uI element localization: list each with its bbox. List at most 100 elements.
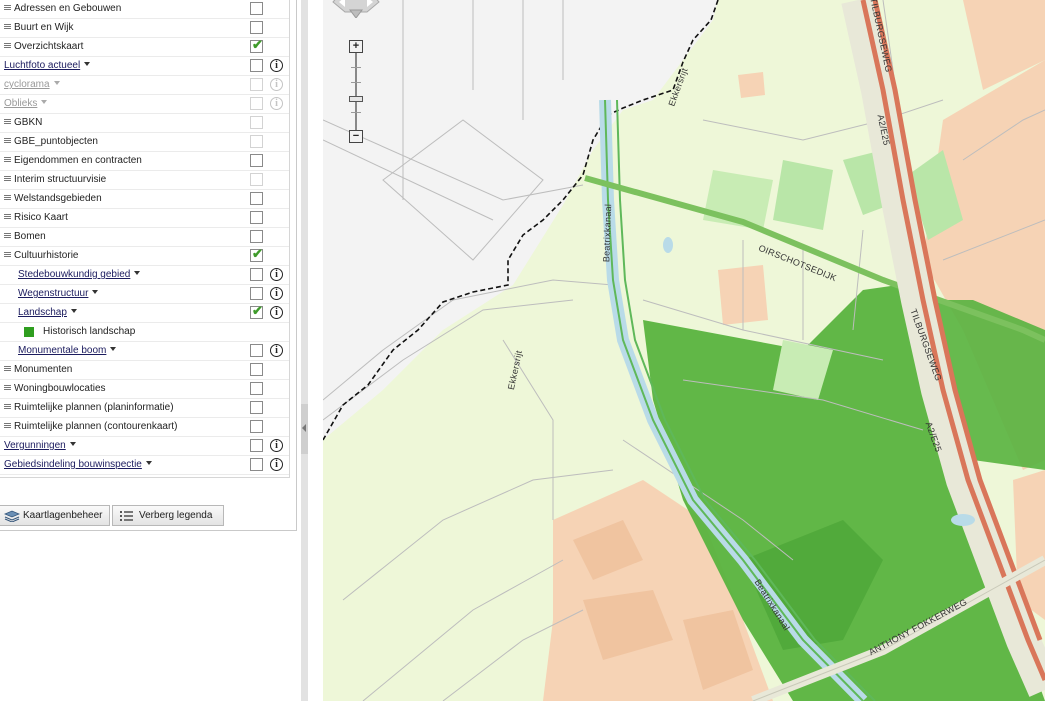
pan-control[interactable] [331, 0, 381, 18]
layer-checkbox[interactable] [250, 154, 263, 167]
dropdown-caret-icon[interactable] [70, 309, 77, 313]
info-icon[interactable]: i [270, 439, 283, 452]
layer-row[interactable]: Luchtfoto actueel i [0, 57, 289, 76]
zoom-in-button[interactable]: + [349, 40, 363, 53]
info-icon[interactable]: i [270, 97, 283, 110]
info-icon[interactable]: i [270, 344, 283, 357]
layer-group-icon [4, 214, 11, 220]
layer-row[interactable]: Oblieks i [0, 95, 289, 114]
dropdown-caret-icon[interactable] [84, 62, 91, 66]
layer-row[interactable]: cyclorama i [0, 76, 289, 95]
layer-row[interactable]: Vergunningen i [0, 437, 289, 456]
dropdown-caret-icon[interactable] [92, 290, 99, 294]
dropdown-caret-icon[interactable] [134, 271, 141, 275]
layer-label-text: Risico Kaart [14, 212, 68, 223]
layer-label[interactable]: Stedebouwkundig gebied [18, 269, 141, 281]
dropdown-caret-icon[interactable] [41, 100, 48, 104]
layer-group-icon [4, 385, 11, 391]
layer-row[interactable]: Adressen en Gebouwen [0, 0, 289, 19]
layer-checkbox[interactable] [250, 382, 263, 395]
layer-row[interactable]: Cultuurhistorie ✔ [0, 246, 289, 266]
hide-legend-button[interactable]: Verberg legenda [112, 505, 224, 526]
layer-row[interactable]: Stedebouwkundig gebied i [0, 266, 289, 285]
layer-row[interactable]: GBKN [0, 114, 289, 133]
layer-checkbox[interactable] [250, 287, 263, 300]
layer-label: Cultuurhistorie [14, 250, 78, 262]
zoom-out-button[interactable]: − [349, 130, 363, 143]
layer-checkbox[interactable] [250, 211, 263, 224]
layer-label-text: Cultuurhistorie [14, 250, 79, 261]
layer-checkbox[interactable] [250, 78, 263, 91]
info-icon[interactable]: i [270, 59, 283, 72]
layer-label: Interim structuurvisie [14, 174, 106, 186]
layer-checkbox[interactable] [250, 230, 263, 243]
checkmark-icon: ✔ [252, 246, 263, 261]
layer-checkbox[interactable] [250, 439, 263, 452]
layer-label-text: Monumenten [14, 364, 73, 375]
layer-label[interactable]: Landschap [18, 307, 77, 319]
dropdown-caret-icon[interactable] [69, 442, 76, 446]
layer-label-text: Interim structuurvisie [14, 174, 107, 185]
layer-label[interactable]: Vergunningen [4, 440, 76, 452]
layer-row[interactable]: Eigendommen en contracten [0, 152, 289, 171]
info-icon[interactable]: i [270, 78, 283, 91]
layer-label[interactable]: Monumentale boom [18, 345, 117, 357]
layer-row[interactable]: Landschap ✔ i [0, 303, 289, 323]
layer-checkbox[interactable] [250, 116, 263, 129]
layer-row[interactable]: Bomen [0, 228, 289, 247]
layer-checkbox[interactable] [250, 268, 263, 281]
layer-checkbox[interactable] [250, 21, 263, 34]
layer-checkbox[interactable]: ✔ [250, 303, 263, 319]
layer-row[interactable]: Woningbouwlocaties [0, 380, 289, 399]
layer-row[interactable]: Monumentale boom i [0, 342, 289, 361]
zoom-thumb[interactable] [349, 96, 363, 102]
checkmark-icon: ✔ [252, 37, 263, 52]
layer-row[interactable]: Gebiedsindeling bouwinspectie i [0, 456, 289, 475]
info-icon[interactable]: i [270, 268, 283, 281]
layer-label[interactable]: Wegenstructuur [18, 288, 99, 300]
layer-checkbox[interactable] [250, 135, 263, 148]
layer-manager-button[interactable]: Kaartlagenbeheer [0, 505, 110, 526]
label-beatrixkanaal-north: Beatrixkanaal [601, 203, 614, 263]
layer-label[interactable]: Luchtfoto actueel [4, 60, 91, 72]
layer-group-icon [4, 252, 11, 258]
layer-row[interactable]: Monumenten [0, 361, 289, 380]
layer-row[interactable]: Risico Kaart [0, 209, 289, 228]
layer-row[interactable]: Wegenstructuur i [0, 285, 289, 304]
layer-row[interactable]: Interim structuurvisie [0, 171, 289, 190]
layer-checkbox[interactable] [250, 458, 263, 471]
map-canvas[interactable] [323, 0, 1045, 701]
layer-row[interactable]: Ruimtelijke plannen (planinformatie) [0, 399, 289, 418]
layer-checkbox[interactable] [250, 363, 263, 376]
layer-row[interactable]: GBE_puntobjecten [0, 133, 289, 152]
map-view[interactable]: + − TILBURGSEWEG A2/E25 TILBURGSEWEG A2/… [323, 0, 1045, 701]
layer-checkbox[interactable]: ✔ [250, 37, 263, 53]
info-icon[interactable]: i [270, 287, 283, 300]
layer-label-text: Buurt en Wijk [14, 22, 74, 33]
layer-row[interactable]: Buurt en Wijk [0, 19, 289, 38]
layer-checkbox[interactable] [250, 97, 263, 110]
dropdown-caret-icon[interactable] [145, 461, 152, 465]
layer-checkbox[interactable] [250, 344, 263, 357]
layer-row[interactable]: Overzichtskaart ✔ [0, 37, 289, 57]
panel-splitter[interactable] [301, 0, 308, 701]
layer-label[interactable]: Oblieks [4, 98, 48, 110]
layer-checkbox[interactable] [250, 192, 263, 205]
zoom-slider[interactable] [349, 42, 363, 142]
layer-checkbox[interactable] [250, 401, 263, 414]
layer-checkbox[interactable] [250, 59, 263, 72]
layer-checkbox[interactable] [250, 2, 263, 15]
layer-checkbox[interactable]: ✔ [250, 246, 263, 262]
info-icon[interactable]: i [270, 458, 283, 471]
layer-row[interactable]: Ruimtelijke plannen (contourenkaart) [0, 418, 289, 437]
info-icon[interactable]: i [270, 306, 283, 319]
layer-label[interactable]: Gebiedsindeling bouwinspectie [4, 459, 152, 471]
dropdown-caret-icon[interactable] [110, 347, 117, 351]
layer-checkbox[interactable] [250, 420, 263, 433]
layer-row[interactable]: Welstandsgebieden [0, 190, 289, 209]
layer-checkbox[interactable] [250, 173, 263, 186]
hide-legend-label: Verberg legenda [139, 510, 213, 521]
dropdown-caret-icon[interactable] [53, 81, 60, 85]
layer-label: Overzichtskaart [14, 41, 83, 53]
layer-label[interactable]: cyclorama [4, 79, 60, 91]
